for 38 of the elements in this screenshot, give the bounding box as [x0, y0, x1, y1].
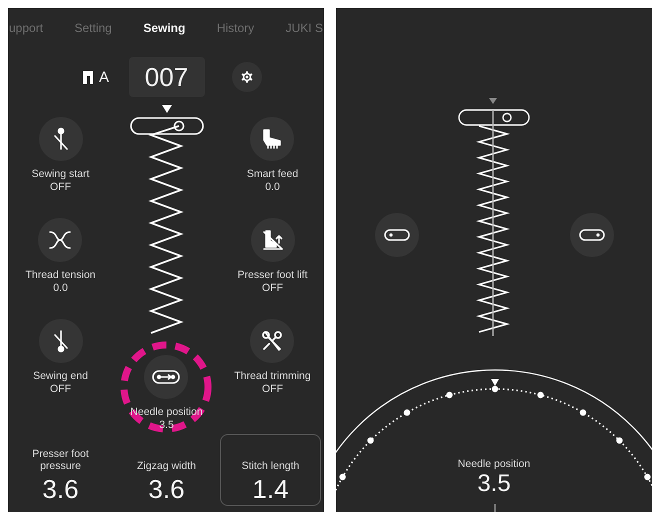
gear-icon: [239, 69, 255, 86]
scissors-slash-icon: [260, 329, 284, 354]
setting-value: 0.0: [265, 181, 280, 194]
needle-position-icon: [152, 370, 180, 384]
pattern-number[interactable]: 007: [128, 57, 204, 98]
setting-value: 0.0: [53, 282, 68, 294]
dial-value: 3.5: [477, 470, 511, 498]
presser-foot-lift-icon: [260, 228, 284, 252]
readout[interactable]: Presser foot pressure 3.6: [12, 434, 109, 506]
foot-label: A: [98, 68, 109, 86]
setting-label: Thread tension: [25, 269, 96, 282]
setting-label: Sewing start: [32, 168, 90, 180]
readout-card[interactable]: Stitch length 1.4: [220, 434, 321, 506]
readout-label: Presser foot pressure: [31, 448, 90, 472]
setting-value: OFF: [262, 282, 283, 294]
thread-tension-icon: [48, 229, 72, 252]
readout-label: Stitch length: [240, 460, 300, 472]
move-left-button[interactable]: [374, 213, 418, 257]
readout[interactable]: Zigzag width 3.6: [117, 434, 216, 506]
setting-value: OFF: [50, 181, 71, 194]
setting-label: Sewing end: [33, 370, 88, 382]
readout-value: 3.6: [148, 474, 185, 505]
tab[interactable]: Sewing: [143, 20, 186, 35]
readout-value: 1.4: [252, 474, 289, 505]
setting-value: OFF: [262, 383, 283, 396]
readout-value: 3.6: [42, 474, 79, 505]
setting-value: OFF: [50, 383, 71, 396]
setting-label: Smart feed: [246, 168, 298, 180]
setting-label: Thread trimming: [234, 370, 311, 382]
setting-label: Presser foot lift: [237, 269, 308, 282]
readout-label: Zigzag width: [136, 460, 197, 472]
setting-value: 3.5: [159, 419, 174, 432]
pill-dot-left-icon: [384, 229, 410, 241]
settings-button[interactable]: [232, 62, 262, 92]
dial-label: Needle position: [458, 458, 530, 470]
pill-dot-right-icon: [578, 229, 604, 241]
move-right-button[interactable]: [570, 213, 614, 257]
presser-foot-icon: [82, 70, 93, 84]
